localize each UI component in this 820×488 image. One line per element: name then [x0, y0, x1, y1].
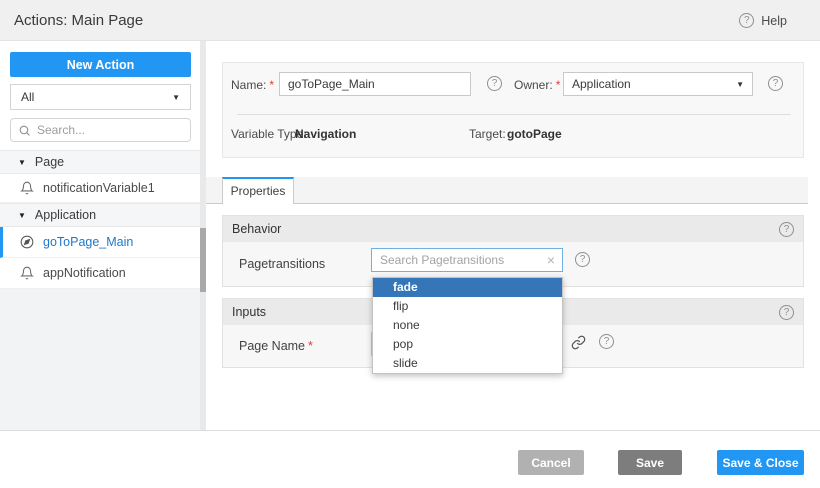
save-and-close-button[interactable]: Save & Close [717, 450, 804, 475]
help-label: Help [761, 14, 787, 28]
owner-select[interactable]: Application ▼ [563, 72, 753, 96]
owner-label: Owner:* [514, 78, 560, 92]
required-asterisk: * [556, 78, 561, 92]
owner-select-value: Application [572, 77, 736, 91]
behavior-section-header: Behavior [223, 216, 803, 242]
caret-down-icon: ▼ [18, 158, 26, 167]
tree-item-notificationvariable1[interactable]: notificationVariable1 [0, 174, 200, 203]
owner-help-icon[interactable] [768, 76, 783, 91]
name-label: Name:* [231, 78, 274, 92]
dropdown-option-none[interactable]: none [373, 316, 562, 335]
tree-item-appnotification[interactable]: appNotification [0, 258, 200, 289]
tree-group-page[interactable]: ▼ Page [0, 150, 200, 174]
name-help-icon[interactable] [487, 76, 502, 91]
search-icon [18, 124, 31, 137]
name-field[interactable] [279, 72, 471, 96]
target-label: Target: [469, 127, 506, 141]
filter-select-value: All [21, 90, 172, 104]
inputs-title: Inputs [232, 305, 266, 319]
caret-down-icon: ▼ [18, 211, 26, 220]
pagetransitions-label: Pagetransitions [239, 257, 325, 271]
actions-window: Actions: Main Page Help New Action All ▼… [0, 0, 820, 488]
required-asterisk: * [269, 78, 274, 92]
pagetransitions-search-input[interactable] [372, 253, 547, 267]
window-header: Actions: Main Page Help [0, 0, 820, 41]
sidebar-empty-area [0, 289, 200, 430]
actions-tree: ▼ Page notificationVariable1 ▼ Applicati… [0, 150, 200, 289]
save-button[interactable]: Save [618, 450, 682, 475]
variable-type-value: Navigation [295, 127, 356, 141]
navigation-icon [20, 235, 34, 249]
required-asterisk: * [308, 339, 313, 353]
page-name-label: Page Name* [239, 339, 313, 353]
dropdown-option-slide[interactable]: slide [373, 354, 562, 373]
dropdown-option-pop[interactable]: pop [373, 335, 562, 354]
tab-properties[interactable]: Properties [222, 177, 294, 204]
pagetransitions-help-icon[interactable] [575, 252, 590, 267]
link-icon[interactable] [571, 335, 586, 350]
pagetransitions-dropdown: fade flip none pop slide [372, 277, 563, 374]
action-summary-box: Name:* Owner:* Application ▼ Variable Ty… [222, 62, 804, 158]
tree-group-application[interactable]: ▼ Application [0, 203, 200, 227]
caret-down-icon: ▼ [172, 93, 180, 102]
help-icon [739, 13, 754, 28]
behavior-title: Behavior [232, 222, 281, 236]
tab-bar: Properties [206, 177, 808, 204]
behavior-section-help-icon[interactable] [779, 222, 794, 237]
target-value: gotoPage [507, 127, 562, 141]
sidebar-search-box [10, 118, 191, 142]
page-title: Actions: Main Page [14, 12, 143, 29]
cancel-button[interactable]: Cancel [518, 450, 584, 475]
sidebar-search-input[interactable] [37, 123, 183, 137]
pagetransitions-search-box: × [371, 248, 563, 272]
bell-icon [20, 266, 34, 280]
new-action-button[interactable]: New Action [10, 52, 191, 77]
action-detail-panel: Name:* Owner:* Application ▼ Variable Ty… [206, 41, 820, 430]
tree-item-gotopage-main[interactable]: goToPage_Main [0, 227, 200, 258]
caret-down-icon: ▼ [736, 80, 744, 89]
footer-bar: Cancel Save Save & Close [0, 430, 820, 488]
clear-icon[interactable]: × [547, 253, 562, 267]
bell-icon [20, 181, 34, 195]
form-divider [237, 114, 791, 115]
dropdown-option-flip[interactable]: flip [373, 297, 562, 316]
filter-select[interactable]: All ▼ [10, 84, 191, 110]
actions-sidebar: New Action All ▼ ▼ Page notificationVari… [0, 41, 200, 430]
page-name-help-icon[interactable] [599, 334, 614, 349]
help-button[interactable]: Help [739, 0, 787, 41]
dropdown-option-fade[interactable]: fade [373, 278, 562, 297]
inputs-section-help-icon[interactable] [779, 305, 794, 320]
